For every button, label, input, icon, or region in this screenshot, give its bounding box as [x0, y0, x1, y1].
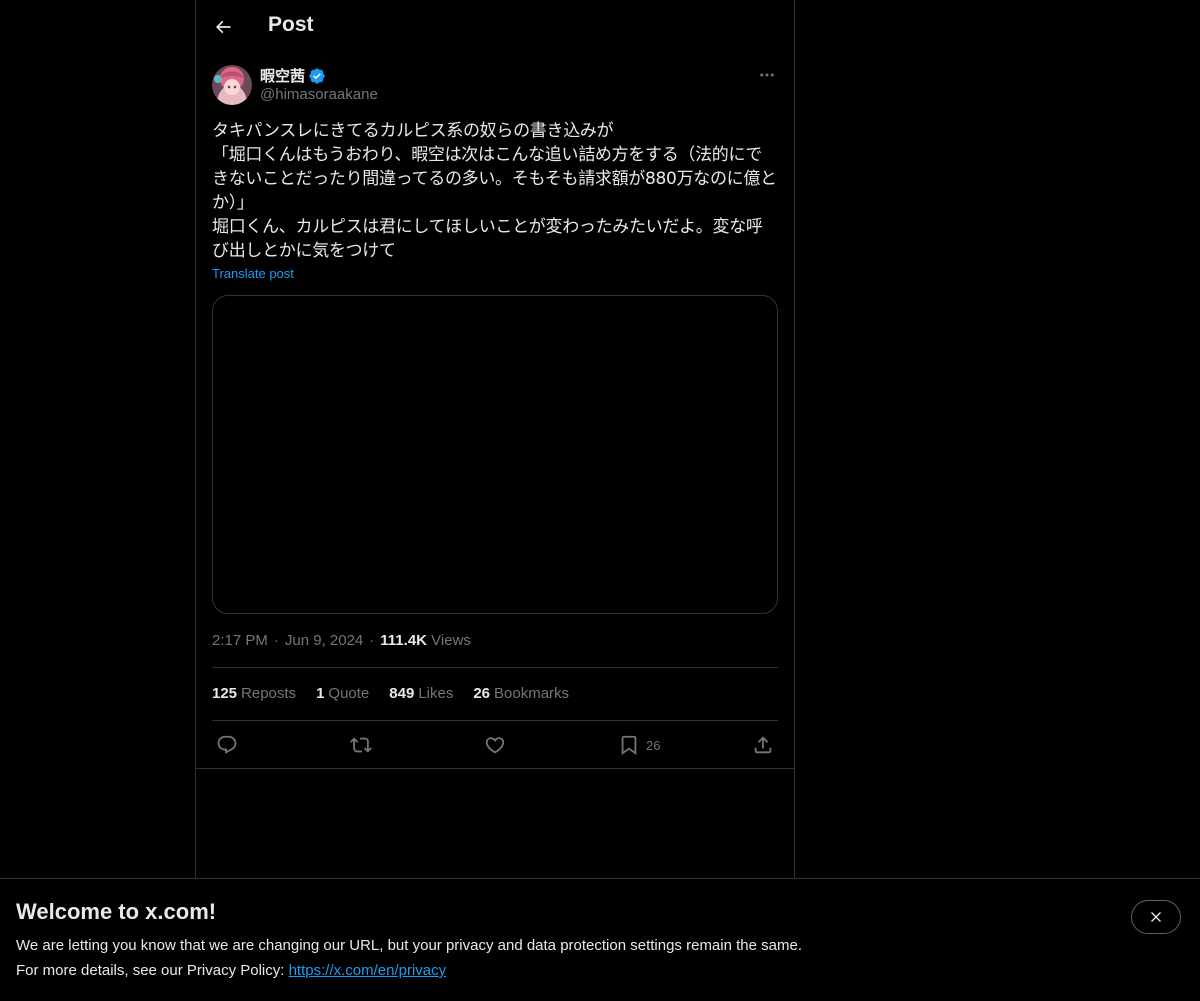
- handle[interactable]: @himasoraakane: [260, 86, 378, 103]
- quotes-count: 1: [316, 685, 325, 702]
- post-media[interactable]: [212, 295, 778, 614]
- quotes-label: Quote: [328, 685, 370, 702]
- bookmark-button[interactable]: 26: [618, 731, 660, 759]
- reposts-stat[interactable]: 125 Reposts: [212, 685, 296, 702]
- action-bar: 26: [212, 731, 778, 759]
- like-button[interactable]: [484, 731, 506, 759]
- meta-separator: ·: [369, 632, 375, 649]
- banner-message: We are letting you know that we are chan…: [16, 937, 802, 954]
- more-icon: [760, 73, 774, 77]
- bookmark-count: 26: [646, 737, 661, 753]
- likes-stat[interactable]: 849 Likes: [389, 685, 453, 702]
- url-change-banner: Welcome to x.com! We are letting you kno…: [0, 878, 1200, 1001]
- reposts-count: 125: [212, 685, 238, 702]
- post-stats: 125 Reposts 1 Quote 849 Likes 26 Bookmarks: [212, 685, 589, 702]
- close-banner-button[interactable]: [1131, 900, 1181, 934]
- post-text: タキパンスレにきてるカルピス系の奴らの書き込みが 「堀口くんはもうおわり、暇空は…: [212, 121, 777, 261]
- reply-icon: [217, 735, 237, 754]
- display-name-row: 暇空茜: [260, 65, 326, 86]
- divider: [196, 768, 794, 769]
- views-count: 111.4K: [380, 632, 427, 649]
- reply-button[interactable]: [216, 731, 238, 759]
- post-author: 暇空茜 @himasoraakane: [212, 64, 778, 108]
- avatar-image: [212, 65, 252, 105]
- bookmark-icon: [621, 735, 637, 756]
- bookmarks-label: Bookmarks: [494, 685, 570, 702]
- back-button[interactable]: [206, 10, 240, 44]
- back-arrow-icon: [215, 20, 231, 34]
- close-icon: [1151, 912, 1161, 922]
- bookmarks-stat[interactable]: 26 Bookmarks: [473, 685, 569, 702]
- page-title: Post: [268, 13, 314, 36]
- divider: [212, 667, 778, 668]
- likes-count: 849: [389, 685, 415, 702]
- share-icon: [754, 736, 772, 754]
- verified-badge-icon: [309, 67, 325, 84]
- primary-column: Post 暇空茜 @himasoraakane タキパンスレにきてるカルピス系の…: [195, 0, 795, 878]
- more-options-button[interactable]: [756, 64, 778, 86]
- post-date[interactable]: Jun 9, 2024: [285, 632, 363, 649]
- views-label: Views: [431, 632, 471, 649]
- meta-separator: ·: [273, 632, 279, 649]
- repost-icon: [350, 737, 372, 753]
- header: Post: [196, 0, 794, 54]
- banner-privacy-prefix: For more details, see our Privacy Policy…: [16, 962, 289, 979]
- bookmarks-count: 26: [473, 685, 491, 702]
- banner-privacy-line: For more details, see our Privacy Policy…: [16, 962, 446, 979]
- like-icon: [485, 737, 505, 754]
- post-time[interactable]: 2:17 PM: [212, 632, 268, 649]
- banner-title: Welcome to x.com!: [16, 899, 217, 924]
- reposts-label: Reposts: [241, 685, 297, 702]
- display-name[interactable]: 暇空茜: [260, 65, 305, 86]
- likes-label: Likes: [418, 685, 454, 702]
- avatar[interactable]: [212, 65, 252, 105]
- translate-post-link[interactable]: Translate post: [212, 266, 294, 281]
- repost-button[interactable]: [350, 731, 372, 759]
- share-button[interactable]: [752, 731, 774, 759]
- privacy-policy-link[interactable]: https://x.com/en/privacy: [289, 962, 447, 979]
- divider: [212, 720, 778, 721]
- post-meta: 2:17 PM · Jun 9, 2024 · 111.4K Views: [212, 632, 471, 649]
- quotes-stat[interactable]: 1 Quote: [316, 685, 369, 702]
